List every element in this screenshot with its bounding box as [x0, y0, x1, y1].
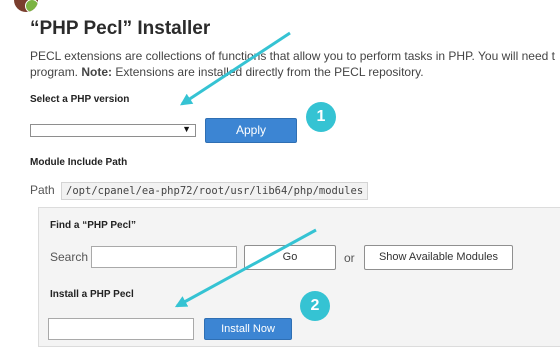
- annotation-arrow-to-version-select: [179, 31, 291, 106]
- annotation-arrows: [174, 31, 317, 308]
- annotation-arrow-to-install-input: [174, 228, 317, 308]
